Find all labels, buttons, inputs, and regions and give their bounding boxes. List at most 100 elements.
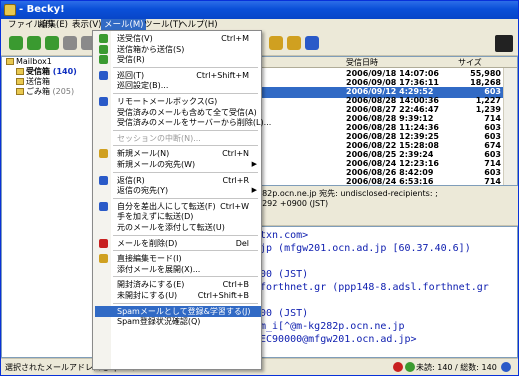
header-line: 4292 +0900 (JST) xyxy=(257,199,329,208)
folder-trash[interactable]: ごみ箱 (205) xyxy=(16,87,74,97)
send-icon[interactable] xyxy=(45,36,59,50)
menu-item-29[interactable]: 未開封にする(U) Ctrl+Shift+B xyxy=(95,290,261,301)
menu-item-label: 受信済みのメールも含めて全て受信(A) xyxy=(117,107,257,117)
menu-item-label: 未開封にする(U) xyxy=(117,291,178,300)
menu-item-5[interactable]: 巡回設定(B)... xyxy=(95,80,261,91)
menu-item-11: セッションの中断(N)... xyxy=(95,133,261,144)
folder-icon[interactable] xyxy=(269,36,283,50)
body-line: jp (mfgw201.ocn.ad.jp [60.37.40.6]) xyxy=(260,243,471,254)
body-line: 00 (JST) xyxy=(260,308,309,319)
online-icon[interactable] xyxy=(405,362,415,372)
menu-item-label: 受信済みのメールをサーバーから削除(L)... xyxy=(117,118,272,128)
address-book-icon[interactable] xyxy=(63,36,77,50)
body-line: forthnet.gr (ppp148-8.adsl.forthnet.gr xyxy=(260,282,489,293)
list-scrollbar[interactable] xyxy=(503,68,517,185)
menu-item-label: Spam登録状況確認(Q) xyxy=(117,317,201,327)
menu-item-label: 直接編集モード(I) xyxy=(117,254,182,264)
menu-item-13[interactable]: 新規メール(N) Ctrl+N xyxy=(95,148,261,159)
menu-item-23[interactable]: メールを削除(D) Del xyxy=(95,238,261,249)
menu-item-label: Spamメールとして登録&学習する(J) xyxy=(117,306,251,316)
menu-item-icon xyxy=(99,254,108,264)
unread-count: (140) xyxy=(52,67,77,76)
menu-separator xyxy=(113,145,258,147)
menu-item-14[interactable]: 新規メールの宛先(W) ▶ xyxy=(95,159,261,170)
menu-item-shortcut: Del xyxy=(235,238,249,248)
menu-item-28[interactable]: 開封済みにする(E) Ctrl+B xyxy=(95,279,261,290)
print-icon[interactable] xyxy=(305,36,319,50)
menu-item-26[interactable]: 添付メールを展開(X)... xyxy=(95,264,261,275)
menu-item-17[interactable]: 返信の宛先(Y) ▶ xyxy=(95,185,261,196)
menu-item-label: 元のメールを添付して転送(U) xyxy=(117,223,225,232)
folder-label: 受信箱 xyxy=(26,67,50,76)
receive-icon[interactable] xyxy=(27,36,41,50)
mail-menu-dropdown: 送受信(V) Ctrl+M 送信箱から送信(S) 受信(R) 巡回(T) Ctrl+Shi… xyxy=(92,30,271,370)
menu-item-31[interactable]: Spamメールとして登録&学習する(J) xyxy=(95,305,261,317)
menu-item-label: メールを削除(D) xyxy=(117,238,178,248)
menu-item-8[interactable]: 受信済みのメールも含めて全て受信(A) xyxy=(95,107,261,118)
column-size[interactable]: サイズ xyxy=(458,57,482,68)
folder-label: Mailbox1 xyxy=(16,57,52,66)
menu-item-4[interactable]: 巡回(T) Ctrl+Shift+M xyxy=(95,70,261,81)
folder-label: ごみ箱 xyxy=(26,87,50,96)
menu-separator xyxy=(113,250,258,252)
body-line: m_i[^@m-kg282p.ocn.ne.jp xyxy=(260,321,405,332)
mailbox-icon xyxy=(6,58,14,65)
menu-item-shortcut: Ctrl+M xyxy=(221,34,249,43)
folder-outbox[interactable]: 送信箱 xyxy=(16,77,50,87)
menu-item-label: 巡回(T) xyxy=(117,70,145,80)
menu-item-shortcut: Ctrl+N xyxy=(222,149,249,159)
menu-item-label: 新規メールの宛先(W) xyxy=(117,160,196,169)
menu-item-20[interactable]: 手を加えずに転送(D) xyxy=(95,211,261,222)
row-size: 714 xyxy=(484,177,501,186)
menu-item-shortcut: Ctrl+W xyxy=(220,201,249,211)
menu-item-label: 受信(R) xyxy=(117,55,145,65)
menu-item-25[interactable]: 直接編集モード(I) xyxy=(95,253,261,264)
folder-mailbox1[interactable]: Mailbox1 xyxy=(6,57,52,67)
menu-separator xyxy=(113,66,258,68)
menu-item-19[interactable]: 自分を差出人にして転送(F) Ctrl+W xyxy=(95,201,261,212)
menu-item-icon xyxy=(99,149,108,159)
menu-item-label: 返信の宛先(Y) xyxy=(117,186,169,196)
submenu-arrow-icon: ▶ xyxy=(251,160,257,168)
menu-item-label: 手を加えずに転送(D) xyxy=(117,212,194,222)
menu-item-icon xyxy=(99,201,108,211)
menu-separator xyxy=(113,276,258,278)
menu-item-shortcut: Ctrl+Shift+B xyxy=(197,291,249,300)
menu-item-icon xyxy=(99,97,108,106)
menu-item-21[interactable]: 元のメールを添付して転送(U) xyxy=(95,222,261,233)
menu-item-shortcut: Ctrl+R xyxy=(222,175,250,185)
body-line: 00 (JST) xyxy=(260,269,309,280)
menu-item-label: 返信(R) xyxy=(117,175,145,185)
menu-separator xyxy=(113,197,258,199)
attachment-icon[interactable] xyxy=(287,36,301,50)
menu-1[interactable]: 編集(E) xyxy=(36,19,71,32)
column-date[interactable]: 受信日時 xyxy=(346,57,378,68)
folder-inbox[interactable]: 受信箱 (140) xyxy=(16,67,77,77)
offline-icon[interactable] xyxy=(393,362,403,372)
menu-item-label: リモートメールボックス(G) xyxy=(117,97,218,106)
status-mail-icon[interactable] xyxy=(501,362,511,372)
menu-item-label: 自分を差出人にして転送(F) xyxy=(117,201,216,211)
menu-item-7[interactable]: リモートメールボックス(G) xyxy=(95,96,261,107)
menu-item-icon xyxy=(99,55,108,65)
menu-item-icon xyxy=(99,70,108,80)
menu-separator xyxy=(113,302,258,304)
body-line: txn.com> xyxy=(260,230,309,241)
menu-item-2[interactable]: 受信(R) xyxy=(95,54,261,65)
menu-item-32[interactable]: Spam登録状況確認(Q) xyxy=(95,316,261,327)
menu-separator xyxy=(113,234,258,236)
header-line: 282p.ocn.ne.jp 宛先: undisclosed-recipient… xyxy=(257,189,438,198)
menu-item-label: 巡回設定(B)... xyxy=(117,81,169,91)
menu-item-9[interactable]: 受信済みのメールをサーバーから削除(L)... xyxy=(95,117,271,128)
body-line: EC90000@mfgw201.ocn.ad.jp> xyxy=(260,334,417,345)
menu-item-label: 送受信(V) xyxy=(117,34,153,43)
menu-item-16[interactable]: 返信(R) Ctrl+R xyxy=(95,175,261,186)
title-bar[interactable]: - Becky! xyxy=(1,1,518,19)
menu-separator xyxy=(113,129,258,131)
menu-item-1[interactable]: 送信箱から送信(S) xyxy=(95,44,261,55)
menu-item-icon xyxy=(99,238,108,248)
send-receive-icon[interactable] xyxy=(9,36,23,50)
menu-item-shortcut: Ctrl+B xyxy=(222,280,249,290)
submenu-arrow-icon: ▶ xyxy=(251,186,257,195)
menu-item-0[interactable]: 送受信(V) Ctrl+M xyxy=(95,33,261,44)
